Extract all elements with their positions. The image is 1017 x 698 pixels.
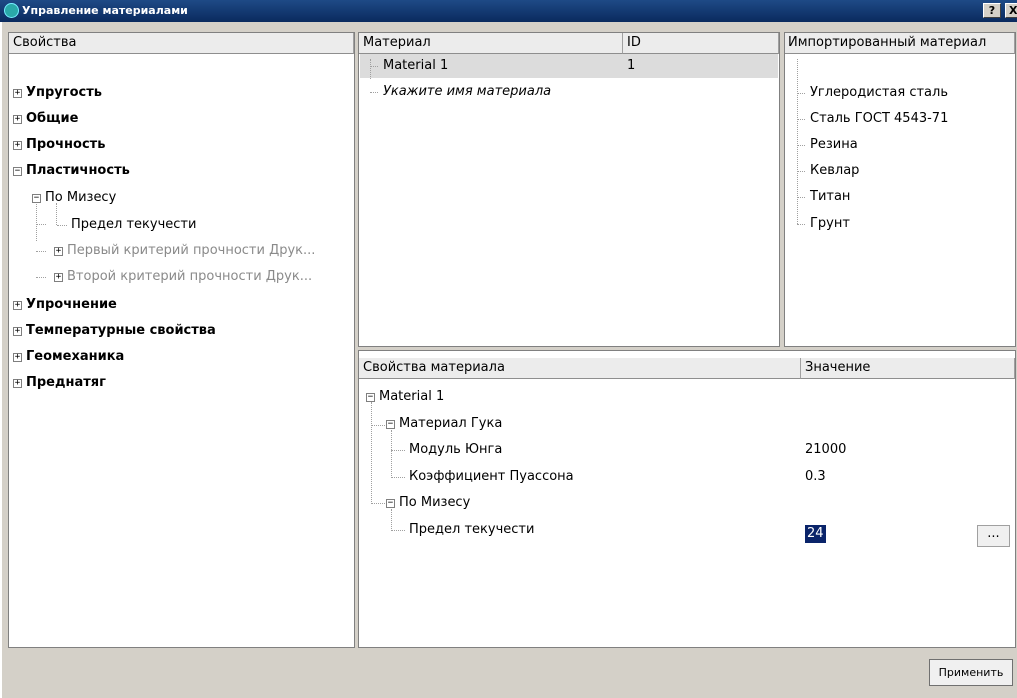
column-header-material[interactable]: Материал xyxy=(359,33,623,54)
poisson-ratio-value[interactable]: 0.3 xyxy=(805,464,826,490)
collapse-icon[interactable]: − xyxy=(32,194,41,203)
collapse-icon[interactable]: − xyxy=(386,499,395,508)
expand-icon[interactable]: + xyxy=(13,89,22,98)
imported-materials-panel: Импортированный материал Углеродистая ст… xyxy=(784,32,1016,347)
collapse-icon[interactable]: − xyxy=(386,420,395,429)
apply-button[interactable]: Применить xyxy=(929,659,1013,686)
column-header-properties[interactable]: Свойства материала xyxy=(359,358,801,379)
expand-icon[interactable]: + xyxy=(13,141,22,150)
ellipsis-button[interactable]: ... xyxy=(977,525,1010,547)
imported-header[interactable]: Импортированный материал xyxy=(785,33,1015,54)
expand-icon[interactable]: + xyxy=(54,247,63,256)
expand-icon[interactable]: + xyxy=(54,273,63,282)
column-header-id[interactable]: ID xyxy=(623,33,779,54)
materials-panel: Материал ID Material 1 1 Укажите имя мат… xyxy=(358,32,780,347)
expand-icon[interactable]: + xyxy=(13,379,22,388)
material-properties-panel: Свойства материала Значение − Material 1… xyxy=(358,350,1016,648)
close-button[interactable]: X xyxy=(1005,3,1017,18)
material-id-cell: 1 xyxy=(627,58,636,73)
expand-icon[interactable]: + xyxy=(13,301,22,310)
new-material-placeholder[interactable]: Укажите имя материала xyxy=(383,79,551,105)
yield-value-input[interactable]: 24 xyxy=(805,525,826,543)
help-button[interactable]: ? xyxy=(983,3,1001,18)
properties-header[interactable]: Свойства xyxy=(9,33,354,54)
window-title: Управление материалами xyxy=(22,4,188,17)
expand-icon[interactable]: + xyxy=(13,327,22,336)
expand-icon[interactable]: + xyxy=(13,353,22,362)
material-name-cell: Material 1 xyxy=(383,58,449,73)
app-icon xyxy=(4,3,19,18)
title-bar[interactable]: Управление материалами ? X xyxy=(0,0,1017,22)
expand-icon[interactable]: + xyxy=(13,115,22,124)
collapse-icon[interactable]: − xyxy=(13,167,22,176)
column-header-value[interactable]: Значение xyxy=(801,358,1015,379)
collapse-icon[interactable]: − xyxy=(366,393,375,402)
properties-panel: Свойства + Упругость + Общие + Прочность… xyxy=(8,32,355,648)
young-modulus-value[interactable]: 21000 xyxy=(805,437,846,463)
